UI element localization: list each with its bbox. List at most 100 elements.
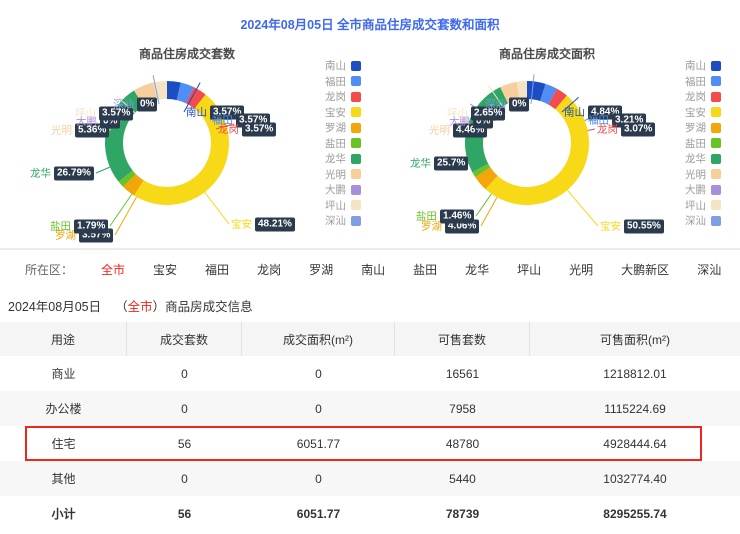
table-cell: 1115224.69 [530, 391, 740, 426]
filter-item[interactable]: 坪山 [517, 261, 541, 278]
legend-swatch-icon [351, 185, 361, 195]
legend-item[interactable]: 龙岗 [325, 89, 361, 105]
legend-item[interactable]: 盐田 [325, 136, 361, 152]
table-cell: 住宅 [0, 426, 127, 461]
table-title-suffix: 商品房成交信息 [165, 300, 253, 314]
header-cell: 可售面积(m²) [530, 322, 740, 356]
pie-label-value: 26.79% [54, 166, 94, 180]
filter-items: 全市 宝安 福田 龙岗 罗湖 南山 盐田 龙华 坪山 光明 大鹏新区 深汕 [101, 261, 721, 278]
table-cell: 0 [127, 356, 242, 391]
table-cell: 6051.77 [242, 496, 395, 531]
pie-label: 龙华26.79% [30, 166, 94, 181]
table-cell: 0 [242, 391, 395, 426]
legend-item[interactable]: 光明 [685, 167, 721, 183]
legend-item[interactable]: 光明 [325, 167, 361, 183]
legend-label: 龙岗 [685, 89, 706, 104]
legend-item[interactable]: 大鹏 [685, 182, 721, 198]
pie-label: 龙岗3.57% [218, 122, 276, 137]
pie-label-name: 龙华 [410, 156, 431, 171]
legend-item[interactable]: 龙华 [685, 151, 721, 167]
filter-item[interactable]: 全市 [101, 261, 125, 278]
pie-label-name: 龙华 [30, 166, 51, 181]
legend-item[interactable]: 南山 [685, 58, 721, 74]
pie-label-name: 盐田 [50, 219, 71, 234]
legend-swatch-icon [351, 200, 361, 210]
filter-item[interactable]: 福田 [205, 261, 229, 278]
pie-label-name: 宝安 [231, 217, 252, 232]
legend-item[interactable]: 罗湖 [325, 120, 361, 136]
pie-label: 盐田1.79% [50, 219, 108, 234]
legend-label: 龙岗 [325, 89, 346, 104]
legend-label: 深汕 [685, 213, 706, 228]
filter-label: 所在区： [25, 261, 73, 278]
legend-label: 福田 [325, 74, 346, 89]
pie-label-name: 坪山 [75, 106, 96, 121]
pie-label-value: 1.79% [74, 219, 108, 233]
legend-item[interactable]: 坪山 [685, 198, 721, 214]
pie-label: 龙岗3.07% [597, 122, 655, 137]
legend-item[interactable]: 深汕 [685, 213, 721, 229]
filter-item[interactable]: 龙华 [465, 261, 489, 278]
pie-label-name: 龙岗 [218, 122, 239, 137]
legend-item[interactable]: 宝安 [685, 105, 721, 121]
pie-label-name: 光明 [429, 123, 450, 138]
legend-label: 宝安 [325, 105, 346, 120]
filter-item[interactable]: 深汕 [697, 261, 721, 278]
table-row[interactable]: 办公楼0079581115224.69 [0, 391, 740, 426]
filter-item[interactable]: 光明 [569, 261, 593, 278]
table-cell: 8295255.74 [530, 496, 740, 531]
legend-item[interactable]: 罗湖 [685, 120, 721, 136]
table-row[interactable]: 商业00165611218812.01 [0, 356, 740, 391]
pie-label: 盐田1.46% [416, 209, 474, 224]
table-row[interactable]: 小计566051.77787398295255.74 [0, 496, 740, 531]
legend-item[interactable]: 龙华 [325, 151, 361, 167]
pie-label: 深汕0% [113, 97, 157, 112]
district-filter: 所在区： 全市 宝安 福田 龙岗 罗湖 南山 盐田 龙华 坪山 光明 大鹏新区 深汕 [25, 258, 721, 280]
pie-label: 龙华25.7% [410, 156, 468, 171]
legend-item[interactable]: 深汕 [325, 213, 361, 229]
legend-label: 坪山 [685, 198, 706, 213]
table-cell: 办公楼 [0, 391, 127, 426]
units-donut-chart: 商品住房成交套数 南山3.57%福田3.57%龙岗3.57%宝安48.21%罗湖… [2, 40, 372, 248]
area-donut-chart: 商品住房成交面积 南山4.84%福田3.21%龙岗3.07%宝安50.55%罗湖… [362, 40, 732, 248]
table-cell: 4928444.64 [530, 426, 740, 461]
legend-label: 深汕 [325, 213, 346, 228]
table-cell: 商业 [0, 356, 127, 391]
legend-swatch-icon [351, 61, 361, 71]
chart-legend: 南山福田龙岗宝安罗湖盐田龙华光明大鹏坪山深汕 [325, 58, 361, 229]
table-cell: 16561 [395, 356, 530, 391]
legend-swatch-icon [711, 123, 721, 133]
filter-item[interactable]: 南山 [361, 261, 385, 278]
legend-swatch-icon [351, 154, 361, 164]
pie-label-value: 25.7% [434, 156, 468, 170]
legend-swatch-icon [711, 61, 721, 71]
filter-item[interactable]: 龙岗 [257, 261, 281, 278]
table-cell: 0 [242, 461, 395, 496]
pie-label: 宝安50.55% [600, 219, 664, 234]
legend-item[interactable]: 福田 [685, 74, 721, 90]
legend-label: 南山 [325, 58, 346, 73]
legend-item[interactable]: 福田 [325, 74, 361, 90]
pie-label-line [205, 192, 229, 224]
legend-item[interactable]: 南山 [325, 58, 361, 74]
pie-label-value: 0% [509, 97, 529, 111]
legend-label: 坪山 [325, 198, 346, 213]
legend-item[interactable]: 盐田 [685, 136, 721, 152]
legend-item[interactable]: 坪山 [325, 198, 361, 214]
table-row[interactable]: 住宅566051.77487804928444.64 [0, 426, 740, 461]
table-cell: 1032774.40 [530, 461, 740, 496]
filter-item[interactable]: 宝安 [153, 261, 177, 278]
legend-swatch-icon [351, 107, 361, 117]
filter-item[interactable]: 盐田 [413, 261, 437, 278]
filter-item[interactable]: 大鹏新区 [621, 261, 669, 278]
legend-item[interactable]: 宝安 [325, 105, 361, 121]
table-cell: 6051.77 [242, 426, 395, 461]
legend-label: 罗湖 [685, 120, 706, 135]
legend-item[interactable]: 龙岗 [685, 89, 721, 105]
legend-item[interactable]: 大鹏 [325, 182, 361, 198]
pie-label-line [567, 190, 598, 226]
filter-item[interactable]: 罗湖 [309, 261, 333, 278]
table-cell: 48780 [395, 426, 530, 461]
legend-swatch-icon [351, 216, 361, 226]
table-row[interactable]: 其他0054401032774.40 [0, 461, 740, 496]
